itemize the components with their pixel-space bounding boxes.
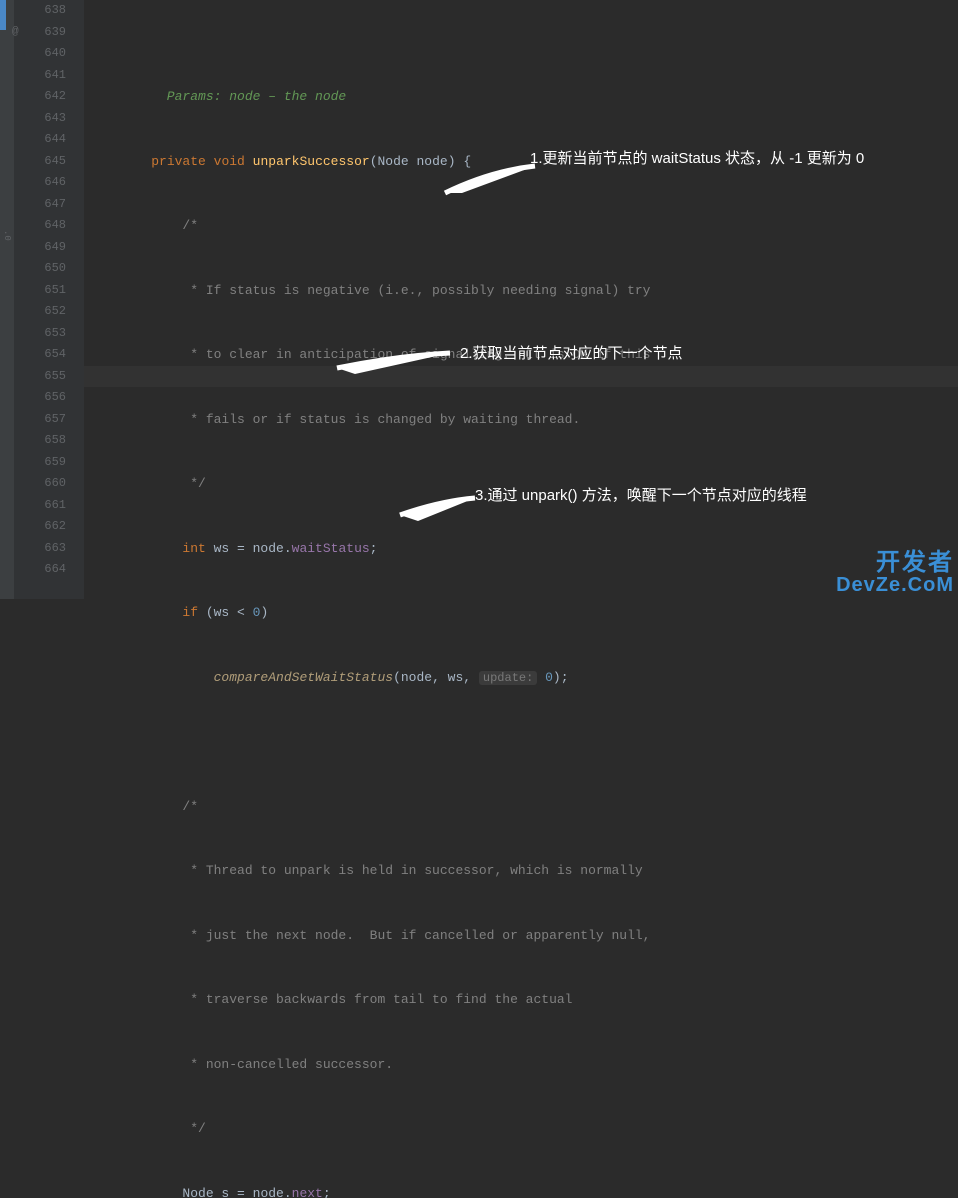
line-number[interactable]: 646 (14, 172, 66, 194)
code-line[interactable]: * just the next node. But if cancelled o… (120, 925, 958, 947)
line-number[interactable]: 649 (14, 237, 66, 259)
line-number[interactable]: 654 (14, 344, 66, 366)
line-number[interactable]: 643 (14, 108, 66, 130)
line-number[interactable]: 658 (14, 430, 66, 452)
line-number[interactable]: 663 (14, 538, 66, 560)
line-number[interactable]: 651 (14, 280, 66, 302)
code-line[interactable]: * fails or if status is changed by waiti… (120, 409, 958, 431)
strip-label: .0 (2, 230, 12, 241)
inline-hint: update: (479, 671, 537, 685)
line-number[interactable]: 655 (14, 366, 66, 388)
annotation-2: 2.获取当前节点对应的下一个节点 (460, 342, 683, 363)
line-number[interactable]: 647 (14, 194, 66, 216)
left-strip: .0 (0, 0, 14, 599)
line-number[interactable]: 652 (14, 301, 66, 323)
code-line[interactable]: if (ws < 0) (120, 602, 958, 624)
line-number[interactable]: 656 (14, 387, 66, 409)
annotation-1: 1.更新当前节点的 waitStatus 状态，从 -1 更新为 0 (530, 147, 864, 168)
line-number[interactable]: 650 (14, 258, 66, 280)
line-number[interactable]: 657 (14, 409, 66, 431)
code-line[interactable]: * If status is negative (i.e., possibly … (120, 280, 958, 302)
code-line[interactable]: * Thread to unpark is held in successor,… (120, 860, 958, 882)
annotation-3: 3.通过 unpark() 方法，唤醒下一个节点对应的线程 (475, 484, 807, 505)
code-line[interactable] (120, 731, 958, 753)
line-number[interactable]: 638 (14, 0, 66, 22)
line-number[interactable]: 641 (14, 65, 66, 87)
line-number[interactable]: 659 (14, 452, 66, 474)
line-number[interactable]: 645 (14, 151, 66, 173)
line-number[interactable]: 639 (14, 22, 66, 44)
override-gutter-icon[interactable]: @ (12, 22, 19, 44)
code-line[interactable]: * non-cancelled successor. (120, 1054, 958, 1076)
current-line-highlight (84, 366, 958, 388)
line-number[interactable]: 644 (14, 129, 66, 151)
line-number[interactable]: 661 (14, 495, 66, 517)
line-number[interactable]: 660 (14, 473, 66, 495)
line-number[interactable]: 642 (14, 86, 66, 108)
code-line[interactable]: int ws = node.waitStatus; (120, 538, 958, 560)
watermark-line2: DevZe.CoM (836, 575, 954, 595)
code-line[interactable]: compareAndSetWaitStatus(node, ws, update… (120, 667, 958, 689)
code-line[interactable]: */ (120, 1118, 958, 1140)
code-area[interactable]: Params: node – the node private void unp… (84, 0, 958, 599)
arrow-icon (390, 495, 480, 525)
code-line[interactable]: /* (120, 215, 958, 237)
code-text: Params: node – the node (120, 89, 346, 104)
arrow-icon (430, 163, 540, 203)
arrow-icon (325, 350, 455, 380)
active-file-indicator (0, 0, 6, 30)
line-number[interactable]: 664 (14, 559, 66, 581)
watermark: 开发者 DevZe.CoM (836, 551, 954, 595)
line-number[interactable]: 662 (14, 516, 66, 538)
line-number[interactable]: 640 (14, 43, 66, 65)
line-gutter[interactable]: 638 639 640 641 642 643 644 645 646 647 … (14, 0, 84, 599)
watermark-line1: 开发者 (836, 551, 954, 575)
line-number[interactable]: 648 (14, 215, 66, 237)
code-line[interactable]: /* (120, 796, 958, 818)
line-number[interactable]: 653 (14, 323, 66, 345)
code-line[interactable]: * traverse backwards from tail to find t… (120, 989, 958, 1011)
code-line[interactable]: Node s = node.next; (120, 1183, 958, 1198)
